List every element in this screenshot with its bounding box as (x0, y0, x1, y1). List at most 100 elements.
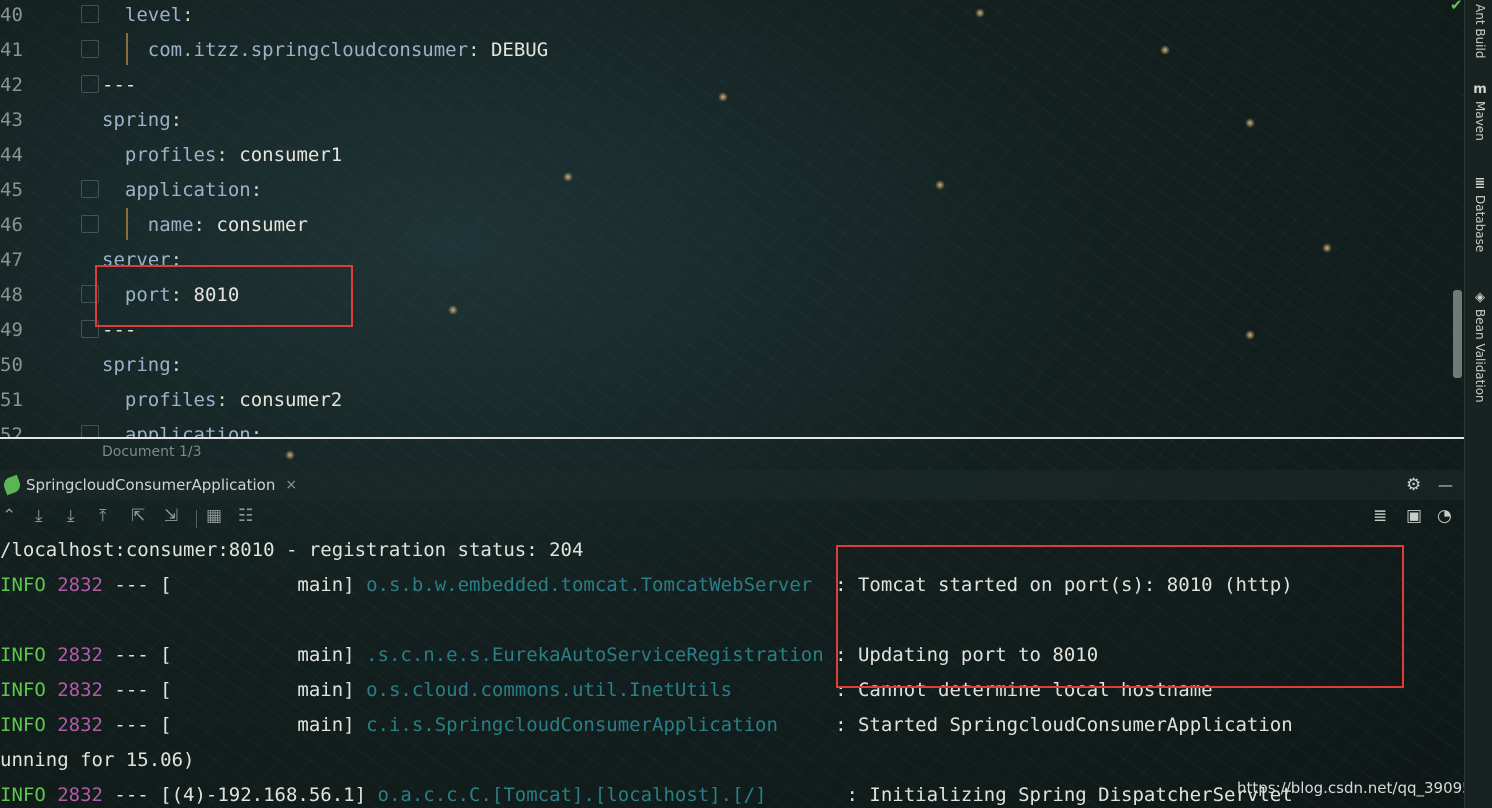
code-text: level: (102, 0, 194, 30)
yaml-value: consumer (216, 214, 308, 236)
line-number: 47 (0, 249, 23, 271)
code-text: name: consumer (102, 210, 308, 240)
soft-wrap-icon[interactable]: ≣ (1373, 506, 1387, 526)
document-status: Document 1/3 (102, 444, 202, 460)
editor-scrollbar-thumb[interactable] (1453, 290, 1462, 378)
tool-window-label: Maven (1473, 101, 1487, 141)
table-view-icon[interactable]: ▦ (206, 506, 222, 526)
background-light (285, 450, 295, 460)
tool-window-icon: m (1473, 82, 1487, 97)
fold-marker[interactable] (81, 40, 99, 58)
restore-layout-icon[interactable]: ⇱ (131, 506, 145, 526)
minimize-icon[interactable]: — (1438, 476, 1453, 494)
yaml-key: level (124, 4, 183, 26)
line-number: 42 (0, 74, 23, 96)
tomcat-port-highlight-box (836, 545, 1404, 688)
code-text: profiles: consumer2 (102, 385, 342, 415)
tool-window-label: Ant Build (1473, 4, 1487, 59)
line-number: 44 (0, 144, 23, 166)
thread: --- [ main] (102, 679, 367, 701)
run-tab-label: SpringcloudConsumerApplication (26, 476, 276, 494)
spring-leaf-icon (1, 474, 23, 496)
watermark-url: https://blog.csdn.net/qq_39095899 (1237, 779, 1492, 797)
scroll-up-icon[interactable]: ⌃ (2, 506, 16, 526)
pin-tab-icon[interactable]: ⇲ (164, 506, 178, 526)
tool-window-button[interactable]: ≣ Database (1469, 176, 1491, 252)
yaml-separator: : (193, 214, 217, 236)
code-text: application: (102, 175, 262, 205)
split-view-icon[interactable]: ☷ (238, 506, 253, 526)
code-editor[interactable]: 40 level: 41 com.itzz.springcloudconsumer… (0, 0, 1464, 438)
thread: --- [ main] (102, 644, 367, 666)
process-id: 2832 (45, 644, 103, 666)
speedometer-icon[interactable]: ◔ (1437, 506, 1452, 526)
tool-window-icon: ◈ (1475, 290, 1485, 305)
code-text: spring: (102, 105, 182, 135)
scroll-to-end-icon[interactable]: ⤓ (35, 506, 43, 526)
yaml-separator: : (170, 354, 183, 376)
code-text: spring: (102, 350, 182, 380)
thread: --- [ main] (102, 714, 367, 736)
tool-window-button[interactable]: m Maven (1469, 82, 1491, 141)
right-tool-stripe: Ant Build m Maven ≣ Database ◈ Bean Validation (1464, 0, 1492, 808)
yaml-key: profiles (124, 389, 217, 411)
port-highlight-box (95, 265, 353, 327)
tool-window-label: Bean Validation (1473, 309, 1487, 403)
line-number: 43 (0, 109, 23, 131)
line-number: 52 (0, 424, 23, 438)
fold-marker[interactable] (81, 215, 99, 233)
log-level: INFO (0, 574, 46, 596)
run-window-header: SpringcloudConsumerApplication × ⚙ — (0, 470, 1464, 500)
logger-name: o.a.c.c.C.[Tomcat].[localhost].[/] (377, 784, 836, 806)
yaml-value: consumer1 (239, 144, 343, 166)
thread: --- [ main] (102, 574, 367, 596)
settings-gear-icon[interactable]: ⚙ (1406, 475, 1421, 495)
log-level: INFO (0, 679, 46, 701)
run-toolbar: ⌃ ⤓ ⤓ ⤒ ⇱ ⇲ ▦ ☷ ≣ ▣ ◔ (0, 502, 1464, 532)
tool-window-label: Database (1473, 195, 1487, 253)
editor-divider (0, 437, 1464, 439)
line-number: 41 (0, 39, 23, 61)
thread: --- [(4)-192.168.56.1] (102, 784, 378, 806)
fold-marker[interactable] (81, 75, 99, 93)
down-arrow-icon[interactable]: ⤓ (67, 506, 75, 526)
yaml-key: name (147, 214, 194, 236)
console-line: /localhost:consumer:8010 - registration … (0, 533, 583, 568)
yaml-key: application (124, 424, 251, 438)
line-number: 45 (0, 179, 23, 201)
print-icon[interactable]: ▣ (1406, 506, 1422, 526)
process-id: 2832 (45, 714, 103, 736)
yaml-separator: : (468, 39, 491, 61)
code-text: --- (102, 70, 136, 100)
tool-window-icon: ≣ (1474, 176, 1486, 191)
yaml-key: profiles (124, 144, 217, 166)
check-icon: ✔ (1450, 0, 1463, 14)
yaml-key: com.itzz.springcloudconsumer (147, 39, 469, 61)
yaml-key: spring (102, 109, 171, 131)
yaml-key: application (124, 179, 251, 201)
yaml-value: consumer2 (239, 389, 343, 411)
logger-name: o.s.b.w.embedded.tomcat.TomcatWebServer (366, 574, 824, 596)
fold-marker[interactable] (81, 5, 99, 23)
up-arrow-icon[interactable]: ⤒ (99, 506, 107, 526)
close-icon[interactable]: × (285, 477, 297, 493)
process-id: 2832 (45, 574, 103, 596)
console-line: INFO 2832 --- [ main] c.i.s.SpringcloudC… (0, 708, 1293, 743)
log-message: : Started SpringcloudConsumerApplication (823, 714, 1293, 736)
logger-name: c.i.s.SpringcloudConsumerApplication (366, 714, 824, 736)
line-number: 49 (0, 319, 23, 341)
fold-marker[interactable] (81, 180, 99, 198)
toolbar-separator (196, 510, 197, 528)
tool-window-button[interactable]: Ant Build (1469, 0, 1491, 58)
tool-window-button[interactable]: ◈ Bean Validation (1469, 290, 1491, 403)
yaml-value: DEBUG (490, 39, 549, 61)
run-tab[interactable]: SpringcloudConsumerApplication × (1, 470, 297, 500)
yaml-separator: : (250, 179, 263, 201)
process-id: 2832 (45, 784, 103, 806)
log-message: unning for 15.06) (0, 749, 195, 771)
